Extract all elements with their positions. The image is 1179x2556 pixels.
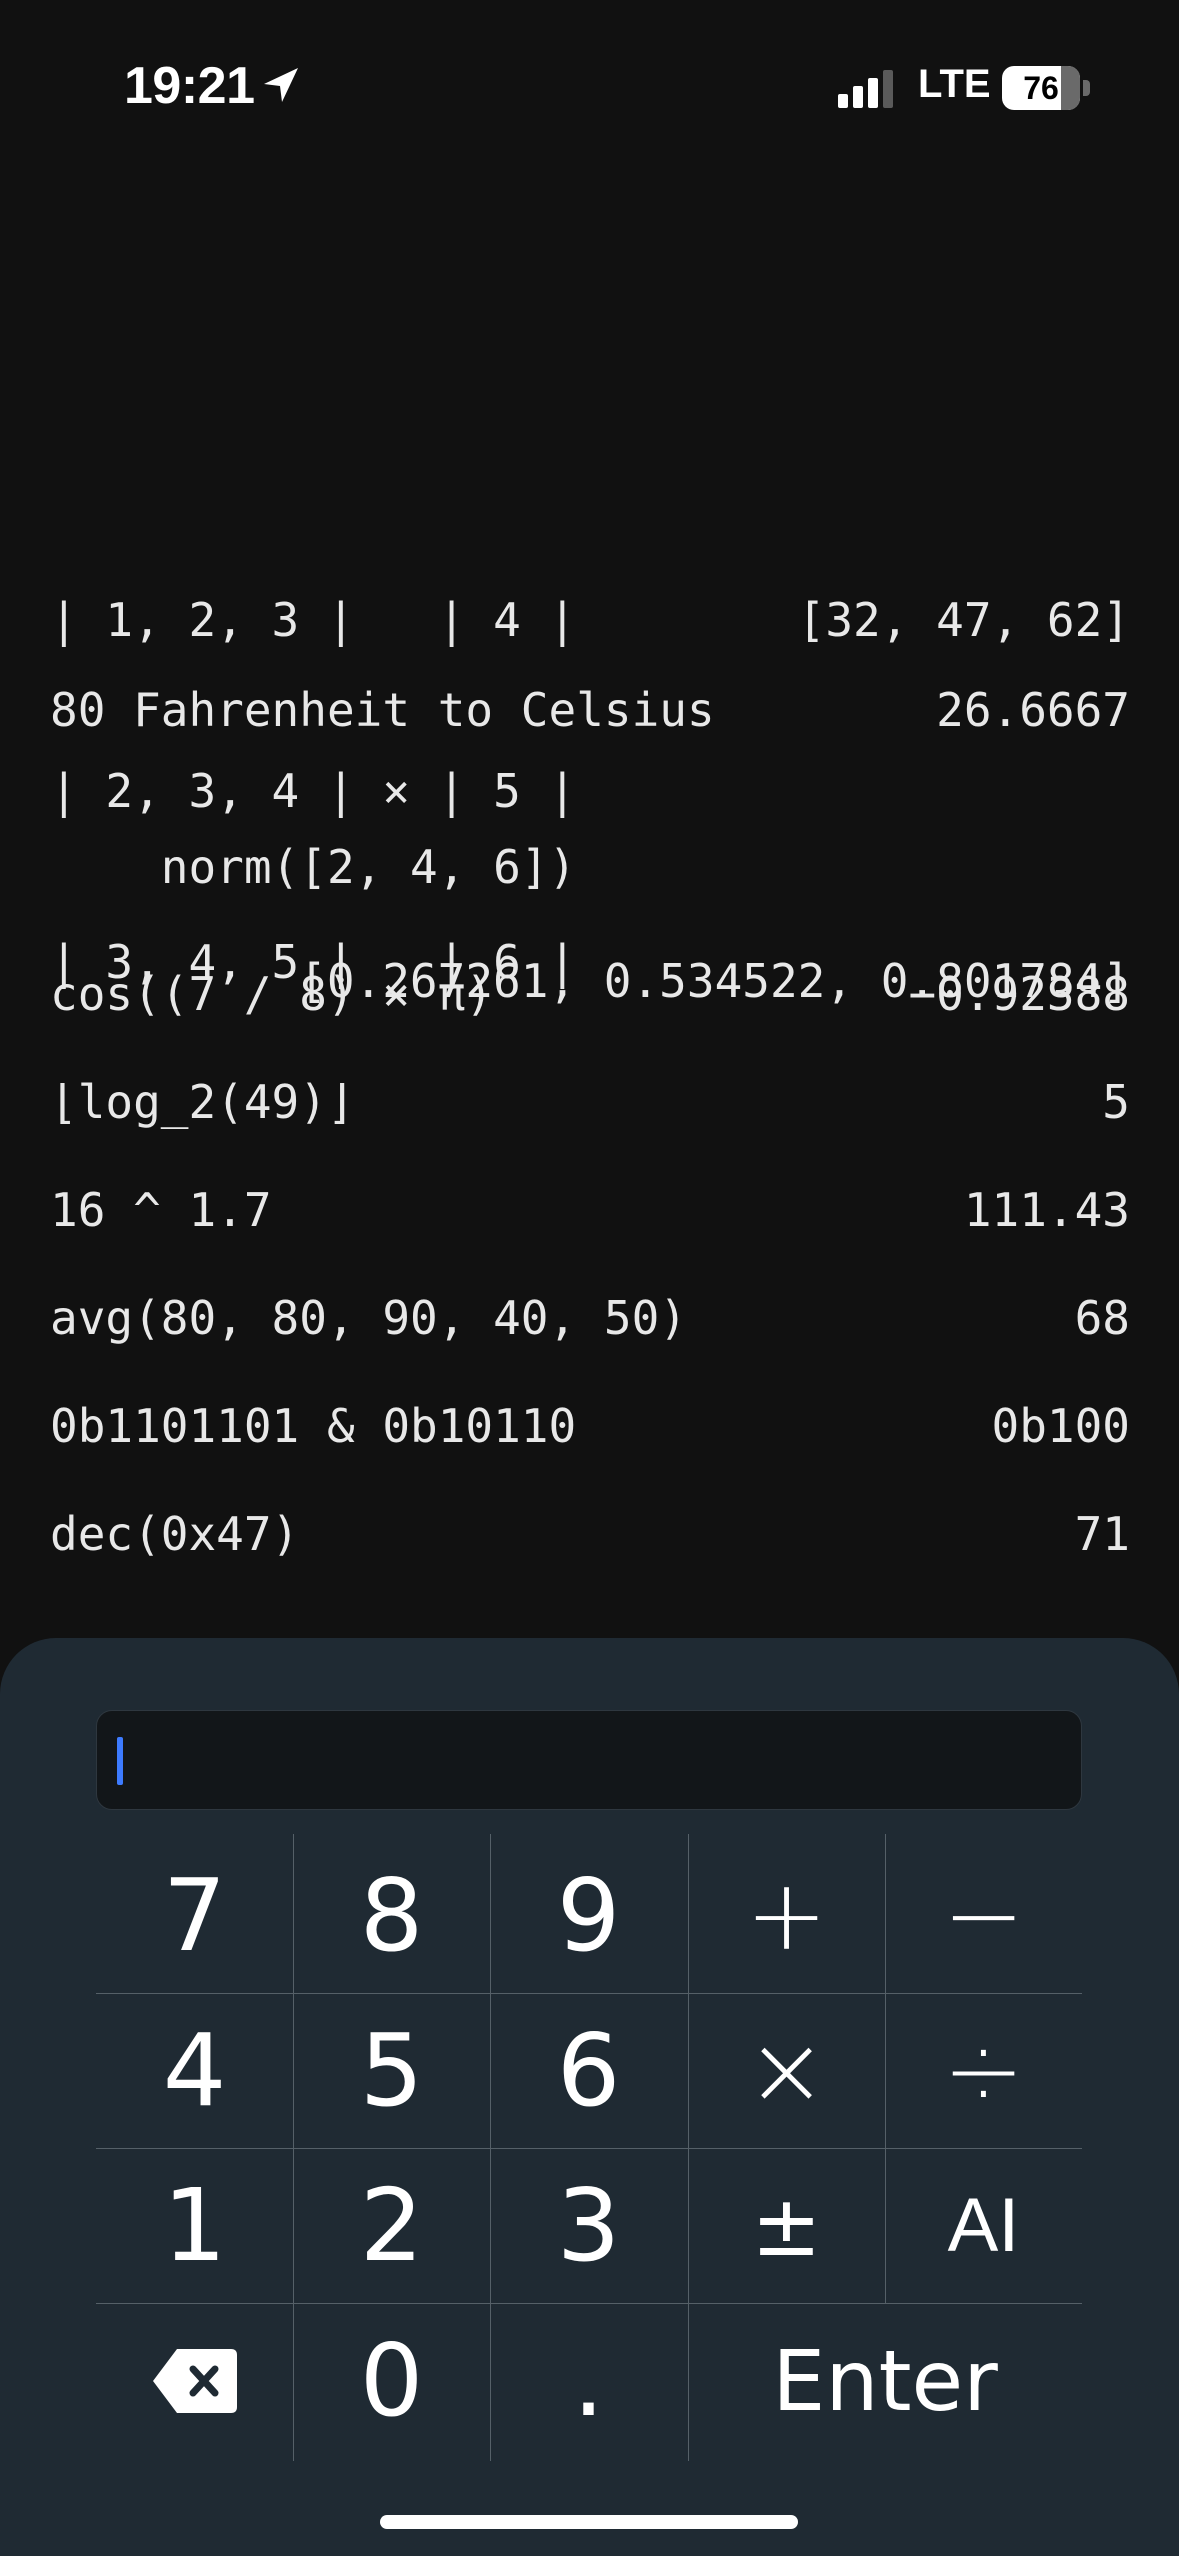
key-0[interactable]: 0: [293, 2303, 490, 2458]
history-expression: dec(0x47): [50, 1507, 300, 1561]
matrix-result: [32, 47, 62]: [797, 593, 1130, 647]
key-backspace[interactable]: [96, 2303, 293, 2458]
network-type-label: LTE: [918, 62, 991, 106]
cellular-signal-icon: [838, 70, 893, 108]
key-decimal[interactable]: .: [490, 2303, 687, 2458]
history-entry[interactable]: dec(0x47) 71: [50, 1480, 1130, 1588]
key-2[interactable]: 2: [293, 2148, 490, 2303]
history-entry[interactable]: avg(80, 80, 90, 40, 50) 68: [50, 1264, 1130, 1372]
home-indicator[interactable]: [380, 2515, 798, 2529]
matrix-line: | 1, 2, 3 | | 4 |: [50, 593, 577, 647]
history-result: 5: [1102, 1075, 1130, 1129]
location-arrow-icon: [264, 68, 298, 102]
enter-button[interactable]: Enter: [688, 2303, 1082, 2458]
key-divide[interactable]: ÷: [885, 1993, 1082, 2148]
matrix-expression: | 1, 2, 3 | | 4 | | 2, 3, 4 | × | 5 | | …: [50, 478, 576, 1105]
battery-percent: 76: [1023, 70, 1059, 106]
keypad-panel: 7 8 9 + − 4 5 6 × ÷ 1 2 3 ± AI 0 . Enter: [0, 1638, 1179, 2556]
key-plus[interactable]: +: [688, 1838, 885, 1993]
history-result: 0b100: [991, 1399, 1130, 1453]
key-7[interactable]: 7: [96, 1838, 293, 1993]
history-result: 71: [1074, 1507, 1130, 1561]
backspace-icon: [152, 2348, 237, 2413]
text-caret: [117, 1737, 123, 1785]
key-plus-minus[interactable]: ±: [688, 2148, 885, 2303]
history-entry-matrix[interactable]: | 1, 2, 3 | | 4 | | 2, 3, 4 | × | 5 | | …: [50, 478, 1130, 989]
history-expression: 0b1101101 & 0b10110: [50, 1399, 577, 1453]
battery-icon: 76: [1002, 66, 1092, 110]
history-result: 68: [1074, 1291, 1130, 1345]
key-9[interactable]: 9: [490, 1838, 687, 1993]
history-entry[interactable]: 0b1101101 & 0b10110 0b100: [50, 1372, 1130, 1480]
matrix-line: | 3, 4, 5 | | 6 |: [50, 935, 577, 989]
status-time: 19:21: [124, 57, 255, 115]
key-multiply[interactable]: ×: [688, 1993, 885, 2148]
key-3[interactable]: 3: [490, 2148, 687, 2303]
key-8[interactable]: 8: [293, 1838, 490, 1993]
key-text-keyboard[interactable]: AI: [885, 2148, 1082, 2303]
status-bar: 19:21 LTE 76: [0, 0, 1179, 160]
key-5[interactable]: 5: [293, 1993, 490, 2148]
key-4[interactable]: 4: [96, 1993, 293, 2148]
key-6[interactable]: 6: [490, 1993, 687, 2148]
matrix-line: | 2, 3, 4 | × | 5 |: [50, 764, 577, 818]
key-1[interactable]: 1: [96, 2148, 293, 2303]
history-result: 111.43: [963, 1183, 1130, 1237]
key-minus[interactable]: −: [885, 1838, 1082, 1993]
history-expression: avg(80, 80, 90, 40, 50): [50, 1291, 687, 1345]
battery-cap: [1083, 80, 1090, 96]
calculation-history[interactable]: | 1, 2, 3 | | 4 | | 2, 3, 4 | × | 5 | | …: [50, 478, 1130, 1588]
expression-input[interactable]: [96, 1710, 1082, 1810]
history-result: 26.6667: [936, 683, 1130, 737]
history-expression: 16 ^ 1.7: [50, 1183, 272, 1237]
history-result: −0.92388: [908, 967, 1130, 1021]
history-entry[interactable]: 16 ^ 1.7 111.43: [50, 1156, 1130, 1264]
